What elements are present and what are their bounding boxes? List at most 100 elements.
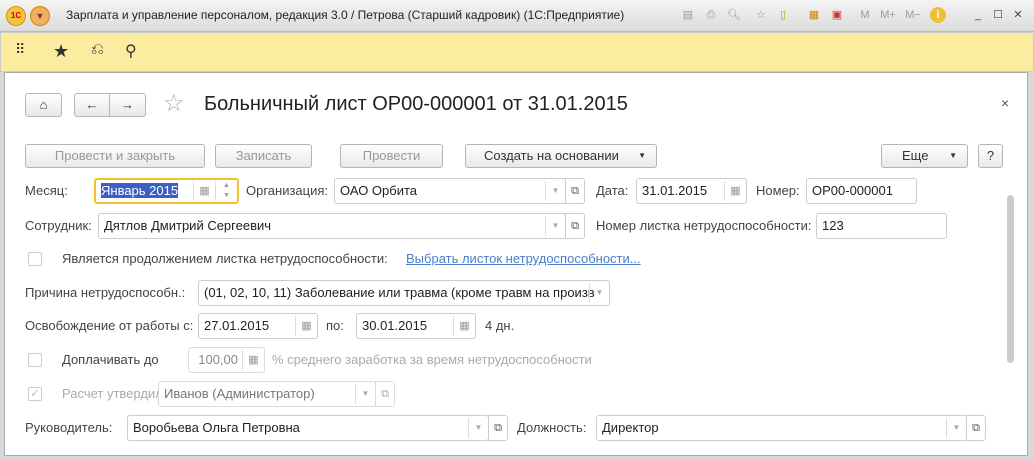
reason-field[interactable]: (01, 02, 10, 11) Заболевание или травма …	[198, 280, 610, 306]
continuation-checkbox[interactable]	[28, 252, 42, 266]
topup-checkbox[interactable]	[28, 353, 42, 367]
dropdown-arrow-icon: ▼	[949, 151, 957, 160]
help-button[interactable]: ?	[978, 144, 1003, 168]
minimize-icon[interactable]: _	[970, 7, 986, 23]
calendar-icon[interactable]: ▣	[829, 7, 845, 23]
maximize-icon[interactable]: ☐	[990, 7, 1006, 23]
days-count: 4 дн.	[485, 318, 515, 333]
apps-grid-icon[interactable]: ⠿	[15, 41, 25, 58]
sheet-number-field[interactable]: 123	[816, 213, 947, 239]
open-approved-icon[interactable]: ⧉	[375, 381, 395, 407]
info-icon[interactable]: i	[930, 7, 946, 23]
memory-mplus-button[interactable]: M+	[877, 7, 899, 23]
dropdown-arrow-icon[interactable]: ▼	[589, 283, 609, 303]
memory-m-button[interactable]: M	[857, 7, 873, 23]
number-label: Номер:	[756, 183, 800, 198]
organization-value: ОАО Орбита	[340, 183, 418, 198]
calendar-icon[interactable]: ▦	[295, 316, 317, 336]
approved-label: Расчет утвердил	[62, 386, 163, 401]
employee-label: Сотрудник:	[25, 218, 92, 233]
history-icon[interactable]: ⎌	[91, 41, 104, 59]
more-button[interactable]: Еще ▼	[881, 144, 968, 168]
employee-value: Дятлов Дмитрий Сергеевич	[104, 218, 272, 233]
close-form-icon[interactable]: ×	[1001, 95, 1009, 111]
topup-field[interactable]: 100,00 ▦	[188, 347, 265, 373]
calendar-icon[interactable]: ▦	[453, 316, 475, 336]
home-button[interactable]: ⌂	[25, 93, 62, 117]
favorite-star-icon[interactable]: ☆	[163, 89, 185, 118]
release-from-field[interactable]: 27.01.2015 ▦	[198, 313, 318, 339]
employee-field[interactable]: Дятлов Дмитрий Сергеевич ▼	[98, 213, 566, 239]
calculator-icon[interactable]: ▦	[806, 7, 822, 23]
month-label: Месяц:	[25, 183, 68, 198]
more-label: Еще	[902, 148, 929, 163]
month-value: Январь 2015	[101, 183, 179, 198]
open-manager-icon[interactable]: ⧉	[488, 415, 508, 441]
month-field[interactable]: Январь 2015 ▦ ▲ ▼	[94, 178, 239, 204]
approved-value: Иванов (Администратор)	[164, 386, 315, 401]
post-and-close-button[interactable]: Провести и закрыть	[25, 144, 205, 168]
number-field[interactable]: ОР00-000001	[806, 178, 917, 204]
approved-checkbox[interactable]: ✓	[28, 387, 42, 401]
document-form: ⌂ ← → ☆ Больничный лист ОР00-000001 от 3…	[4, 72, 1028, 456]
date-value: 31.01.2015	[642, 183, 708, 198]
position-field[interactable]: Директор ▼	[596, 415, 967, 441]
back-button[interactable]: ←	[74, 93, 110, 117]
number-value: ОР00-000001	[812, 183, 893, 198]
sections-panel: ⠿ ★ ⎌ ⚲	[0, 32, 1034, 72]
calculator-icon[interactable]: ▦	[242, 350, 264, 370]
dropdown-arrow-icon[interactable]: ▼	[545, 216, 565, 236]
dropdown-arrow-icon[interactable]: ▼	[946, 418, 966, 438]
vertical-scrollbar[interactable]	[1007, 193, 1015, 443]
page-title: Больничный лист ОР00-000001 от 31.01.201…	[204, 93, 628, 115]
open-position-icon[interactable]: ⧉	[966, 415, 986, 441]
open-organization-icon[interactable]: ⧉	[565, 178, 585, 204]
release-to-value: 30.01.2015	[362, 318, 428, 333]
search-icon[interactable]: ⚲	[125, 41, 137, 61]
create-based-on-button[interactable]: Создать на основании ▼	[465, 144, 657, 168]
save-icon[interactable]: ▤	[680, 7, 696, 23]
dropdown-arrow-icon[interactable]: ▼	[468, 418, 488, 438]
reason-label: Причина нетрудоспособн.:	[25, 285, 186, 300]
forward-button[interactable]: →	[109, 93, 146, 117]
calendar-icon[interactable]: ▦	[193, 181, 215, 201]
release-from-label: Освобождение от работы с:	[25, 318, 194, 333]
calendar-icon[interactable]: ▦	[724, 181, 746, 201]
memory-mminus-button[interactable]: M−	[902, 7, 924, 23]
release-to-field[interactable]: 30.01.2015 ▦	[356, 313, 476, 339]
dropdown-arrow-icon: ▼	[638, 151, 646, 160]
star-icon[interactable]: ★	[53, 41, 69, 62]
release-from-value: 27.01.2015	[204, 318, 270, 333]
manager-value: Воробьева Ольга Петровна	[133, 420, 300, 435]
date-label: Дата:	[596, 183, 629, 198]
bookmark-icon[interactable]: ▯	[775, 7, 791, 23]
manager-field[interactable]: Воробьева Ольга Петровна ▼	[127, 415, 489, 441]
manager-label: Руководитель:	[25, 420, 113, 435]
post-button[interactable]: Провести	[340, 144, 443, 168]
select-sheet-link[interactable]: Выбрать листок нетрудоспособности...	[406, 246, 641, 272]
scrollbar-thumb[interactable]	[1007, 195, 1014, 363]
release-to-label: по:	[326, 318, 344, 333]
date-field[interactable]: 31.01.2015 ▦	[636, 178, 747, 204]
topup-value: 100,00	[198, 352, 238, 367]
topup-suffix: % среднего заработка за время нетрудоспо…	[272, 352, 592, 367]
favorites-add-icon[interactable]: ☆	[753, 7, 769, 23]
topup-label: Доплачивать до	[62, 352, 159, 367]
dropdown-arrow-icon[interactable]: ▼	[355, 384, 375, 404]
position-label: Должность:	[517, 420, 587, 435]
create-based-on-label: Создать на основании	[484, 148, 619, 163]
app-logo-icon[interactable]: 1С	[6, 6, 26, 26]
open-employee-icon[interactable]: ⧉	[565, 213, 585, 239]
main-menu-icon[interactable]: ▼	[30, 6, 50, 26]
month-spin-icon[interactable]: ▲ ▼	[215, 181, 237, 201]
preview-icon[interactable]: 🔍︎	[726, 7, 742, 23]
close-icon[interactable]: ✕	[1010, 7, 1026, 23]
sheet-number-label: Номер листка нетрудоспособности:	[596, 218, 812, 233]
approved-field[interactable]: Иванов (Администратор) ▼	[158, 381, 376, 407]
position-value: Директор	[602, 420, 659, 435]
organization-field[interactable]: ОАО Орбита ▼	[334, 178, 566, 204]
window-title: Зарплата и управление персоналом, редакц…	[66, 8, 625, 22]
print-icon[interactable]: ⎙	[703, 7, 719, 23]
save-button[interactable]: Записать	[215, 144, 312, 168]
dropdown-arrow-icon[interactable]: ▼	[545, 181, 565, 201]
